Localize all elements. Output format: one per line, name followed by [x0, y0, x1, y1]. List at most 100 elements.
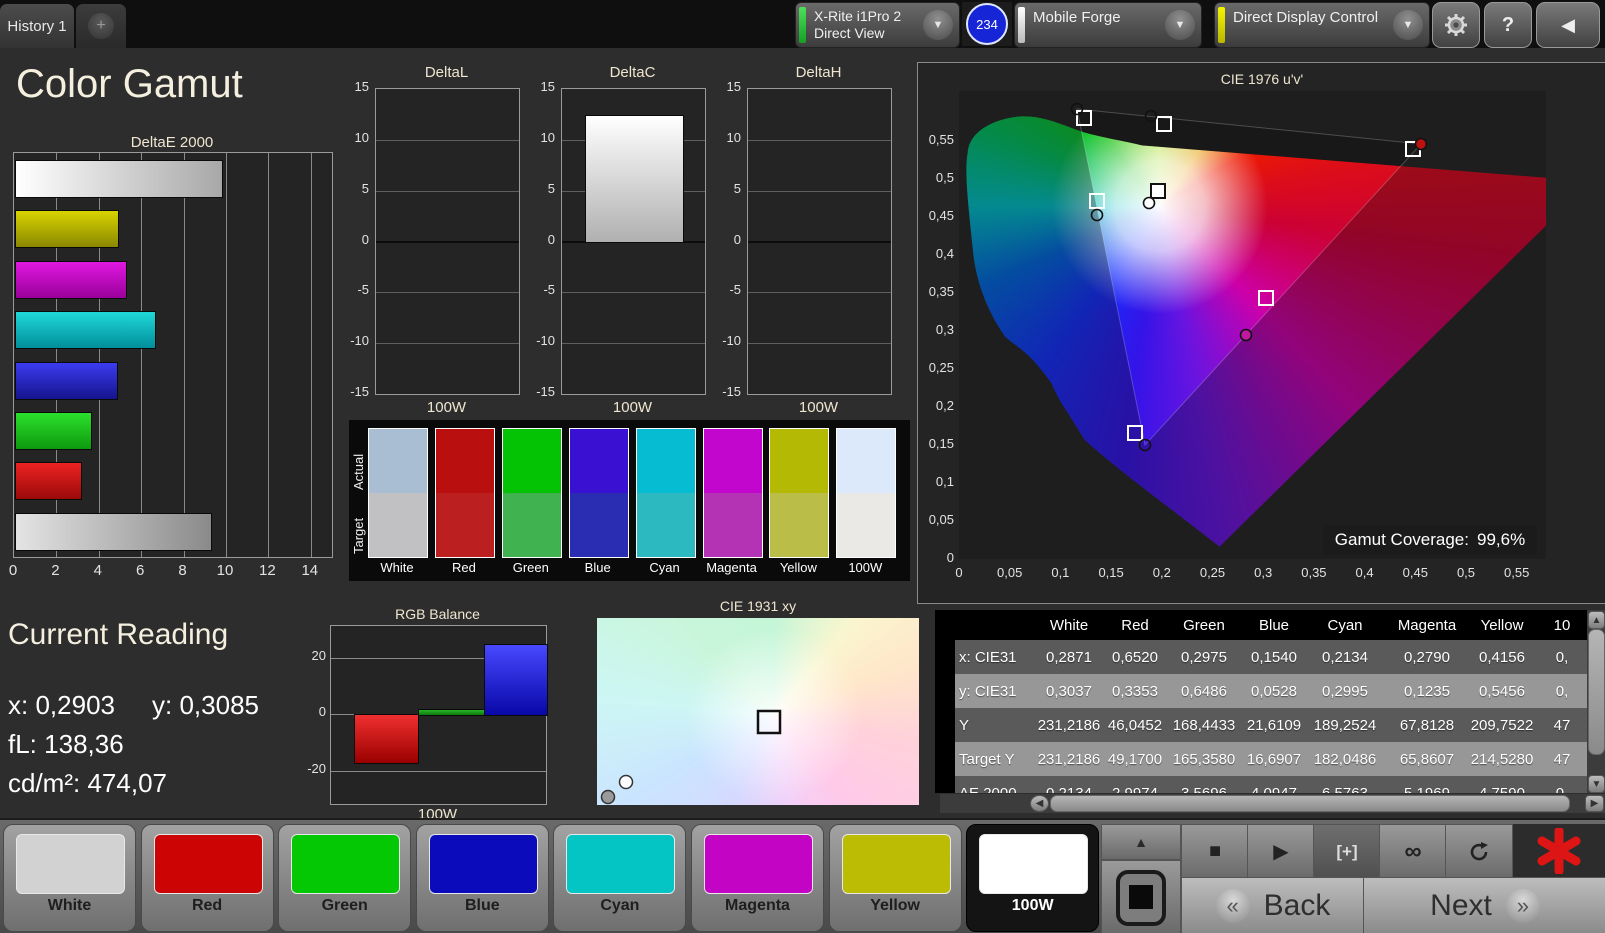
delta-y-tick: 10	[726, 129, 741, 145]
stop-button[interactable]: ■	[1181, 824, 1249, 879]
table-header-cell: Green	[1183, 616, 1225, 634]
table-cell: 0,2134	[1046, 784, 1092, 794]
play-button[interactable]: ▶	[1247, 824, 1315, 879]
current-reading-y: y: 0,3085	[152, 690, 259, 720]
delta-y-tick: -15	[536, 384, 555, 399]
chevron-down-icon: ▼	[923, 10, 953, 40]
cie1976-x-tick: 0,45	[1402, 565, 1428, 580]
pattern-button-cyan[interactable]: Cyan	[553, 824, 687, 932]
help-button[interactable]: ?	[1484, 2, 1532, 48]
current-reading-title: Current Reading	[8, 618, 229, 651]
current-reading-fl: fL: 138,36	[8, 729, 124, 759]
scroll-left-icon[interactable]: ◀	[1030, 795, 1049, 812]
swatch-actual	[369, 429, 427, 493]
pattern-button-magenta[interactable]: Magenta	[691, 824, 824, 932]
pattern-button-red[interactable]: Red	[140, 824, 274, 932]
cie1976-x-tick: 0,55	[1504, 565, 1530, 580]
swatch-label: Cyan	[649, 560, 680, 575]
table-cell: 0,2871	[1046, 648, 1092, 666]
delta-chart-x-label: 100W	[612, 399, 653, 416]
outside-gamut-shade	[966, 109, 1546, 547]
delta-y-tick: 10	[354, 129, 369, 145]
swatch-label: Magenta	[706, 560, 757, 575]
table-row-gutter	[935, 610, 955, 793]
cie1976-y-tick: 0,45	[928, 208, 954, 223]
scroll-right-icon[interactable]: ▶	[1585, 795, 1604, 812]
continuous-measure-button[interactable]: ∞	[1379, 824, 1447, 879]
source-dropdown[interactable]: Mobile Forge ▼	[1014, 2, 1202, 48]
cie1976-x-tick: 0,35	[1301, 565, 1327, 580]
rgb-y-tick: -20	[307, 761, 326, 776]
single-measure-button[interactable]: [+]	[1313, 824, 1381, 879]
swatch-yellow	[769, 428, 830, 558]
gridline	[748, 343, 891, 345]
rgb-bar-red	[354, 714, 419, 764]
settings-button[interactable]	[1432, 2, 1480, 48]
next-chevron-icon: »	[1505, 889, 1540, 923]
back-button[interactable]: « Back	[1181, 877, 1365, 933]
collapse-toolbar-button[interactable]: ◀	[1536, 2, 1600, 48]
swatch-actual	[703, 429, 762, 493]
next-button[interactable]: Next »	[1363, 877, 1605, 933]
table-cell: 4,0947	[1251, 784, 1297, 794]
delta-chart-title: DeltaL	[424, 64, 469, 81]
delta-y-tick: -10	[536, 333, 555, 349]
display-control-dropdown[interactable]: Direct Display Control ▼	[1214, 2, 1430, 48]
table-cell: 2,9974	[1112, 784, 1158, 794]
scroll-up-icon[interactable]: ▲	[1588, 611, 1605, 629]
swatch-row-label-actual: Actual	[351, 453, 366, 490]
gridline	[268, 153, 270, 557]
delta-y-tick: 5	[547, 180, 555, 196]
deltae-bar-magenta	[15, 260, 128, 299]
rgb-balance-chart	[330, 625, 548, 805]
delta-chart-title: DeltaC	[609, 64, 656, 81]
table-vscroll-thumb[interactable]	[1588, 629, 1605, 755]
cie1976-markers-layer	[966, 102, 1546, 547]
calman-window: History 1 + X-Rite i1Pro 2 Direct View ▼…	[0, 0, 1605, 933]
infinity-icon: ∞	[1404, 837, 1422, 865]
pattern-label: Green	[321, 897, 368, 914]
table-vertical-scrollbar[interactable]: ▲ ▼	[1587, 610, 1605, 793]
pattern-button-white[interactable]: White	[3, 824, 136, 932]
display-control-name: Direct Display Control	[1233, 9, 1379, 26]
table-cell: 0,6520	[1112, 648, 1158, 666]
play-icon: ▶	[1273, 841, 1289, 863]
measured-marker-magenta	[1239, 328, 1253, 342]
cie1976-panel: CIE 1976 u'v' Gamut Coverage: 99,6% 0 0,0…	[917, 62, 1605, 604]
pattern-button-yellow[interactable]: Yellow	[828, 824, 962, 932]
swatch-label: Yellow	[779, 560, 817, 575]
swatch-target	[703, 493, 762, 557]
loop-button[interactable]	[1445, 824, 1513, 879]
delta-y-tick: 0	[547, 231, 555, 247]
swatch-green	[501, 428, 562, 558]
delta-chart-title: DeltaH	[795, 64, 842, 81]
pattern-window-button[interactable]	[1101, 860, 1181, 933]
scroll-down-icon[interactable]: ▼	[1588, 775, 1605, 793]
gridline	[376, 343, 519, 345]
pattern-button-100w[interactable]: 100W	[966, 824, 1100, 932]
cie1931-title: CIE 1931 xy	[719, 598, 797, 614]
pattern-label: Red	[191, 897, 223, 914]
table-cell: 231,2186	[1037, 750, 1101, 768]
cie1931-measured-marker	[618, 774, 634, 790]
bottom-bar: ▲ ■ ▶ [+] ∞ « Back Next » White Red Gree…	[0, 818, 1605, 933]
table-cell: 0,	[1555, 682, 1569, 700]
swatch-magenta	[702, 428, 763, 558]
zero-line	[376, 240, 519, 243]
reading-count-badge: 234	[966, 3, 1008, 45]
meter-dropdown[interactable]: X-Rite i1Pro 2 Direct View ▼	[795, 2, 960, 48]
pattern-button-blue[interactable]: Blue	[415, 824, 549, 932]
pattern-swatch	[291, 834, 401, 894]
pattern-button-green[interactable]: Green	[278, 824, 412, 932]
swatch-actual	[770, 429, 829, 493]
cie1976-y-tick: 0,2	[935, 398, 954, 413]
add-tab-button[interactable]: +	[76, 4, 126, 48]
tab-history-1[interactable]: History 1	[0, 4, 74, 48]
table-row-label: x: CIE31	[959, 648, 1017, 666]
pattern-list-expand-button[interactable]: ▲	[1101, 824, 1181, 860]
table-horizontal-scrollbar[interactable]: ◀ ▶	[940, 794, 1605, 813]
cie1976-y-tick: 0,35	[928, 284, 954, 299]
table-hscroll-thumb[interactable]	[1050, 795, 1570, 812]
cie1976-x-tick: 0,25	[1199, 565, 1226, 580]
stop-all-button[interactable]	[1513, 824, 1605, 877]
